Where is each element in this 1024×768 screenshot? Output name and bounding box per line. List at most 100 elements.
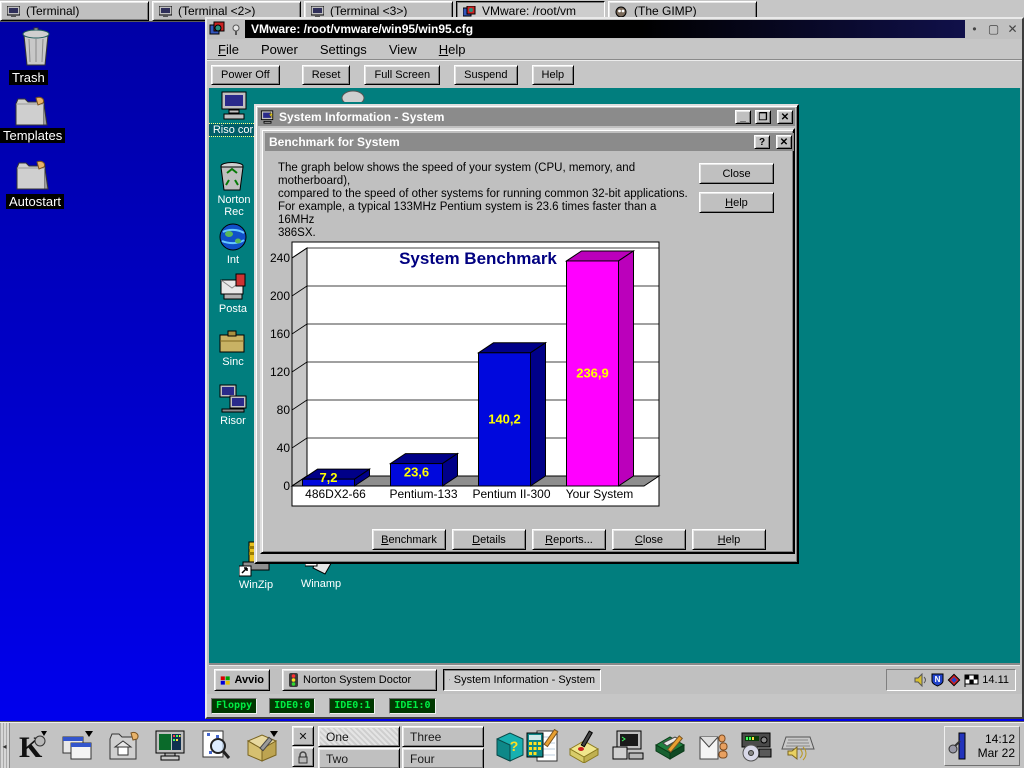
vmware-statusbar: Floppy IDE0:0 IDE0:1 IDE1:0 [207,694,1022,717]
pager-desktop-one[interactable]: One [318,726,400,747]
maximize-button[interactable]: ▢ [985,21,1002,37]
guest-icon-label[interactable]: Winamp [297,578,345,590]
window-title: VMware: /root/vmware/win95/win95.cfg [245,20,965,38]
menu-power[interactable]: Power [250,42,309,57]
guest-icon-label[interactable]: Posta [209,303,257,315]
trash-desktop-icon[interactable] [19,27,53,67]
guest-icon-my-computer[interactable] [218,89,250,126]
svg-text:120: 120 [270,365,290,379]
templates-desktop-icon[interactable] [14,96,50,128]
panel-hide-handle[interactable]: ◂ [0,723,10,768]
checkered-flag-icon[interactable] [964,674,979,687]
dialog-close-button-top[interactable]: Close [699,163,774,184]
kde-panel: ◂ K [0,722,1024,768]
kedit-button[interactable] [652,728,688,764]
guest-icon-label[interactable]: Int [209,254,257,266]
pager-desktop-four[interactable]: Four [402,748,484,768]
help-icon[interactable]: ? [754,135,770,149]
menu-settings[interactable]: Settings [309,42,378,57]
start-button[interactable]: Avvio [214,669,270,691]
pager-desktop-three[interactable]: Three [402,726,484,747]
find-files-button[interactable] [198,728,234,764]
keyboard-sound-button[interactable] [780,728,816,764]
taskbar-tab-terminal-1[interactable]: (Terminal) [0,1,149,21]
power-off-button[interactable]: Power Off [211,65,280,85]
panel-clock-applet[interactable]: 14:12 Mar 22 [944,726,1020,766]
svg-text:200: 200 [270,289,290,303]
minimize-button[interactable]: _ [735,110,751,124]
reports-button[interactable]: Reports... [532,529,606,550]
toolbar-help-button[interactable]: Help [532,65,575,85]
menu-file[interactable]: File [207,42,250,57]
full-screen-button[interactable]: Full Screen [364,65,440,85]
taskbar-button-norton[interactable]: Norton System Doctor [282,669,437,691]
pin-icon[interactable] [230,23,242,35]
benchmark-dialog: Benchmark for System ? ✕ The graph below… [260,128,795,554]
guest-icon-label[interactable]: Riso cor [209,124,257,136]
system-monitor-button[interactable] [152,728,188,764]
vmware-titlebar[interactable]: VMware: /root/vmware/win95/win95.cfg • ▢… [207,19,1022,39]
pager-desktop-two[interactable]: Two [318,748,400,768]
folder-icon [14,96,50,128]
guest-icon-label[interactable]: Norton Rec [209,194,259,218]
menu-view[interactable]: View [378,42,428,57]
window-list-button[interactable] [60,728,96,764]
suspend-button[interactable]: Suspend [454,65,517,85]
svg-text:Your System: Your System [566,487,634,501]
lock-screen-button[interactable] [292,747,314,767]
guest-icon-label[interactable]: WinZip [227,579,285,591]
guest-icon-label[interactable]: Sinc [209,356,257,368]
ide10-led: IDE1:0 [389,698,435,714]
guest-icon-inbox[interactable] [218,270,248,307]
templates-label[interactable]: Templates [0,128,65,143]
desktop-screen: Trash Templates Autostart (Terminal) (Te… [0,0,1024,768]
svg-text:240: 240 [270,251,290,265]
guest-clock[interactable]: 14.11 [982,674,1009,686]
reset-button[interactable]: Reset [302,65,351,85]
svg-text:23,6: 23,6 [404,465,429,480]
toolbox-button[interactable] [244,728,280,764]
dialog-help-button-top[interactable]: Help [699,192,774,213]
autostart-desktop-icon[interactable] [15,160,51,192]
media-player-button[interactable] [738,728,774,764]
guest-icon-label[interactable]: Risor [209,415,257,427]
volume-icon[interactable] [914,673,928,687]
maximize-button[interactable]: ❐ [755,110,771,124]
close-icon[interactable]: ✕ [1004,21,1021,37]
autostart-label[interactable]: Autostart [6,194,64,209]
close-icon[interactable]: ✕ [777,110,793,124]
calculator-button[interactable] [524,728,560,764]
menu-help[interactable]: Help [428,42,477,57]
close-icon[interactable]: ✕ [776,135,792,149]
guest-icon-network[interactable] [218,382,248,419]
guest-icon-norton-recycle[interactable] [217,160,247,197]
vmware-icon [463,6,476,17]
konsole-button[interactable] [610,728,646,764]
details-button[interactable]: Details [452,529,526,550]
benchmark-button[interactable]: Benchmark [372,529,446,550]
sysinfo-icon [449,673,450,687]
find-files-icon [199,729,233,763]
svg-text:Pentium-133: Pentium-133 [389,487,457,501]
benchmark-chart: 04080120160200240System Benchmark7,2486D… [266,240,664,510]
guest-icon-internet[interactable] [218,222,248,257]
trash-label[interactable]: Trash [9,70,48,85]
minimize-button[interactable]: • [966,21,983,37]
benchmark-dialog-titlebar[interactable]: Benchmark for System ? ✕ [265,133,794,151]
dialog-help-button-bottom[interactable]: Help [692,529,766,550]
home-folder-button[interactable] [106,728,142,764]
dialog-close-button-bottom[interactable]: Close [612,529,686,550]
taskbar-button-sysinfo[interactable]: System Information - System [443,669,601,691]
help-button[interactable]: ? [492,728,528,764]
sysinfo-titlebar[interactable]: System Information - System _ ❐ ✕ [258,108,795,126]
kmail-button[interactable] [696,728,732,764]
vmware-tray-icon[interactable] [947,673,961,687]
k-menu-button[interactable]: K [14,728,50,764]
vmware-icon [209,21,225,37]
vmware-window: VMware: /root/vmware/win95/win95.cfg • ▢… [205,17,1024,719]
knotes-button[interactable] [566,728,602,764]
kill-window-button[interactable]: ✕ [292,726,314,746]
svg-text:?: ? [510,738,519,754]
clock-time: 14:12 [969,732,1015,746]
norton-shield-icon[interactable]: N [931,673,944,687]
